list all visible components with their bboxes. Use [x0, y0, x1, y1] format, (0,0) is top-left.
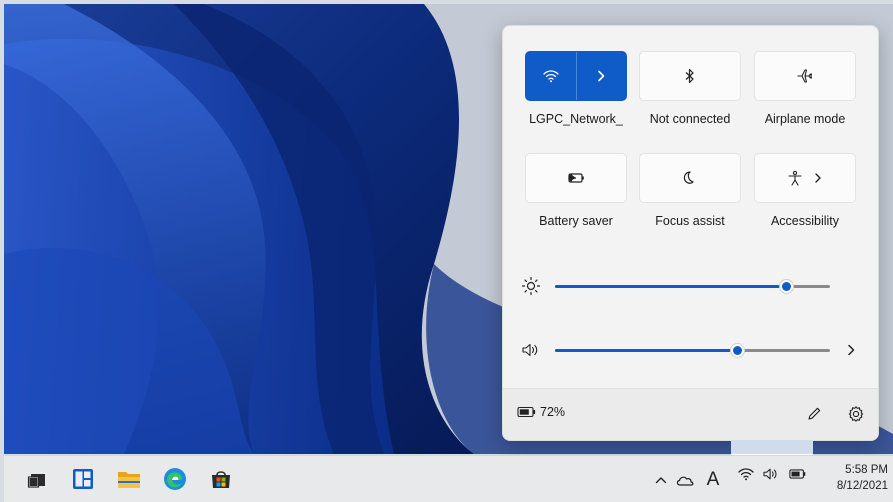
audio-output-button[interactable]	[846, 339, 858, 361]
show-hidden-icons-button[interactable]	[653, 469, 669, 491]
file-explorer-button[interactable]	[116, 466, 142, 492]
volume-slider-thumb[interactable]	[729, 342, 745, 358]
wifi-icon	[543, 70, 559, 83]
volume-tray-icon-button[interactable]	[761, 463, 781, 485]
wifi-networks-button[interactable]	[576, 52, 626, 100]
chevron-right-icon	[815, 173, 821, 183]
microsoft-store-button[interactable]	[208, 466, 234, 492]
accessibility-icon	[788, 170, 802, 186]
volume-slider-row	[521, 339, 861, 361]
sun-icon	[521, 276, 541, 296]
battery-saver-tile-label: Battery saver	[539, 214, 613, 228]
battery-tray-icon-button[interactable]	[788, 463, 808, 485]
accessibility-tile-label: Accessibility	[770, 214, 840, 228]
accessibility-tile[interactable]	[754, 153, 856, 203]
speaker-icon	[522, 343, 538, 357]
battery-icon	[517, 406, 536, 418]
bluetooth-tile[interactable]	[639, 51, 741, 101]
quick-settings-footer: 72%	[503, 388, 878, 440]
chevron-up-icon	[655, 477, 667, 484]
taskbar-clock[interactable]: 5:58 PM 8/12/2021	[818, 462, 888, 494]
bluetooth-icon	[685, 68, 694, 84]
wifi-tile[interactable]	[525, 51, 627, 101]
bluetooth-tile-label: Not connected	[649, 112, 731, 126]
airplane-mode-tile[interactable]	[754, 51, 856, 101]
airplane-mode-tile-label: Airplane mode	[764, 112, 846, 126]
chevron-right-icon	[848, 344, 855, 356]
wifi-tile-label: LGPC_Network_	[529, 112, 623, 126]
task-view-button[interactable]	[24, 466, 50, 492]
onedrive-button[interactable]	[674, 469, 696, 491]
gear-icon	[848, 406, 864, 422]
cloud-icon	[676, 476, 694, 486]
network-tray-icon-button[interactable]	[736, 463, 756, 485]
widgets-button[interactable]	[70, 466, 96, 492]
battery-saver-icon	[568, 173, 584, 183]
file-explorer-icon	[118, 472, 140, 488]
airplane-icon	[797, 69, 813, 83]
chevron-right-icon	[598, 70, 605, 82]
brightness-slider-thumb[interactable]	[779, 278, 794, 294]
edit-quick-settings-button[interactable]	[801, 401, 827, 427]
brightness-slider[interactable]	[555, 278, 830, 294]
edge-icon	[164, 468, 186, 490]
brightness-slider-fill	[555, 284, 786, 288]
widgets-icon	[73, 469, 93, 489]
task-view-icon	[27, 474, 45, 488]
store-icon	[212, 471, 230, 488]
quick-settings-panel: LGPC_Network_ Not connected Airplane mod…	[502, 25, 879, 441]
wifi-icon	[738, 468, 754, 481]
battery-status[interactable]: 72%	[517, 405, 565, 419]
battery-percentage: 72%	[540, 405, 566, 419]
moon-icon	[683, 171, 694, 184]
clock-time: 5:58 PM	[845, 464, 888, 476]
volume-slider[interactable]	[555, 342, 830, 358]
wifi-toggle[interactable]	[526, 52, 576, 100]
focus-assist-tile[interactable]	[639, 153, 741, 203]
speaker-icon	[763, 468, 777, 480]
volume-slider-fill	[555, 348, 737, 352]
edge-button[interactable]	[162, 466, 188, 492]
input-method-indicator[interactable]: A	[703, 469, 723, 491]
focus-assist-tile-label: Focus assist	[655, 214, 725, 228]
brightness-slider-row	[521, 275, 861, 297]
battery-saver-tile[interactable]	[525, 153, 627, 203]
clock-date: 8/12/2021	[836, 480, 888, 492]
settings-button[interactable]	[843, 401, 869, 427]
pencil-icon	[808, 407, 821, 420]
taskbar: A	[4, 455, 893, 502]
battery-icon	[789, 469, 806, 479]
